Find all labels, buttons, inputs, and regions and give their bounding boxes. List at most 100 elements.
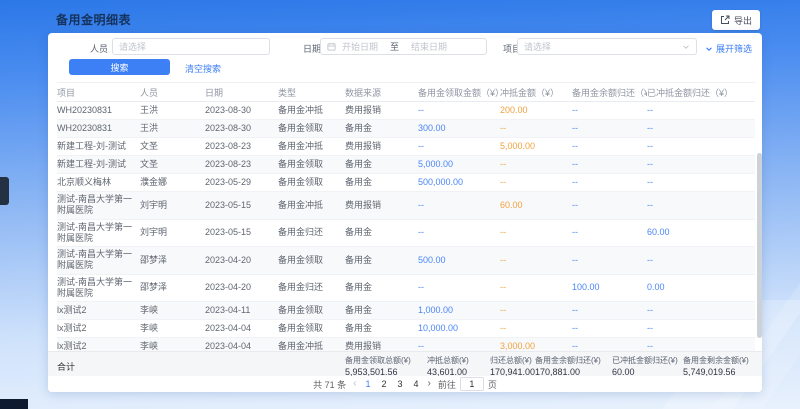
date-range-input[interactable]: 开始日期 至 结束日期 <box>320 38 487 55</box>
person-select-input[interactable] <box>112 38 270 55</box>
cell-person: 邵梦泽 <box>140 247 205 275</box>
cell-person: 濮金娜 <box>140 174 205 192</box>
summary-stat: 已冲抵金额归还(¥)60.00 <box>612 355 678 377</box>
export-button[interactable]: 导出 <box>712 10 760 30</box>
cell-type: 备用金冲抵 <box>278 192 345 220</box>
summary-stat: 冲抵总额(¥)43,601.00 <box>427 355 469 377</box>
person-filter-label: 人员 <box>90 42 108 55</box>
table-row[interactable]: WH20230831王洪2023-08-30备用金冲抵费用报销--200.00-… <box>57 102 755 120</box>
cell-balance-returned: 100.00 <box>572 274 647 302</box>
cell-type: 备用金领取 <box>278 247 345 275</box>
cell-person: 刘宇明 <box>140 192 205 220</box>
cell-offset-returned: -- <box>647 174 755 192</box>
expand-filters-link[interactable]: 展开筛选 <box>705 42 752 55</box>
cell-type: 备用金冲抵 <box>278 102 345 120</box>
cell-offset-amount: -- <box>500 120 572 138</box>
search-button[interactable]: 搜索 <box>69 59 170 75</box>
summary-stat-label: 冲抵总额(¥) <box>427 355 469 366</box>
clear-search-link[interactable]: 清空搜索 <box>185 62 221 75</box>
date-filter-label: 日期 <box>303 42 321 55</box>
cell-received-amount: 1,000.00 <box>418 302 500 320</box>
cell-offset-amount: -- <box>500 274 572 302</box>
prev-page-arrow[interactable]: ‹ <box>353 379 356 389</box>
cell-project: WH20230831 <box>57 102 140 120</box>
cell-balance-returned: -- <box>572 320 647 338</box>
cell-person: 刘宇明 <box>140 219 205 247</box>
cell-balance-returned: -- <box>572 302 647 320</box>
cell-received-amount: -- <box>418 274 500 302</box>
cell-offset-amount: -- <box>500 320 572 338</box>
page-number-2[interactable]: 2 <box>379 379 388 389</box>
page-number-4[interactable]: 4 <box>412 379 421 389</box>
cell-type: 备用金归还 <box>278 219 345 247</box>
table-row[interactable]: lx测试2李峡2023-04-04备用金领取备用金10,000.00------ <box>57 320 755 338</box>
cell-date: 2023-08-23 <box>205 156 278 174</box>
table-row[interactable]: 新建工程-刘-测试文圣2023-08-23备用金领取备用金5,000.00---… <box>57 156 755 174</box>
table-row[interactable]: lx测试2李峡2023-04-11备用金领取备用金1,000.00------ <box>57 302 755 320</box>
page-number-1[interactable]: 1 <box>363 379 372 389</box>
summary-stat: 归还总额(¥)170,941.00 <box>490 355 535 377</box>
cell-type: 备用金领取 <box>278 120 345 138</box>
project-placeholder: 请选择 <box>524 40 551 53</box>
cell-offset-returned: 60.00 <box>647 219 755 247</box>
cell-source: 备用金 <box>345 174 418 192</box>
cell-balance-returned: -- <box>572 338 647 352</box>
table-scrollbar[interactable] <box>757 153 762 338</box>
table-row[interactable]: 测试-南昌大学第一附属医院刘宇明2023-05-15备用金冲抵费用报销--60.… <box>57 192 755 220</box>
bottom-corner-bar <box>0 399 28 409</box>
table-row[interactable]: WH20230831王洪2023-08-30备用金领取备用金300.00----… <box>57 120 755 138</box>
summary-stat-label: 已冲抵金额归还(¥) <box>612 355 678 366</box>
cell-offset-amount: -- <box>500 302 572 320</box>
cell-project: 北京顺义梅林 <box>57 174 140 192</box>
cell-offset-returned: -- <box>647 320 755 338</box>
summary-stat: 备用金领取总额(¥)5,953,501.56 <box>345 355 411 377</box>
table-row[interactable]: 测试-南昌大学第一附属医院邵梦泽2023-04-20备用金归还备用金----10… <box>57 274 755 302</box>
cell-received-amount: 10,000.00 <box>418 320 500 338</box>
cell-project: 测试-南昌大学第一附属医院 <box>57 274 140 302</box>
chevron-down-icon <box>705 45 713 53</box>
cell-offset-amount: -- <box>500 219 572 247</box>
table-row[interactable]: 测试-南昌大学第一附属医院邵梦泽2023-04-20备用金领取备用金500.00… <box>57 247 755 275</box>
cell-source: 费用报销 <box>345 338 418 352</box>
cell-source: 备用金 <box>345 247 418 275</box>
export-label: 导出 <box>734 14 752 27</box>
cell-type: 备用金领取 <box>278 174 345 192</box>
app-screen: 备用金明细表 导出 人员 日期 开始日期 至 结束日期 项目 请选择 <box>0 0 800 409</box>
table-row[interactable]: 测试-南昌大学第一附属医院刘宇明2023-05-15备用金归还备用金------… <box>57 219 755 247</box>
cell-received-amount: -- <box>418 138 500 156</box>
column-header-offset-amount: 冲抵金额（¥） <box>500 83 572 102</box>
cell-date: 2023-08-23 <box>205 138 278 156</box>
date-start-placeholder[interactable]: 开始日期 <box>342 40 378 53</box>
cell-balance-returned: -- <box>572 120 647 138</box>
table-row[interactable]: 新建工程-刘-测试文圣2023-08-23备用金冲抵费用报销--5,000.00… <box>57 138 755 156</box>
column-header-received-amount: 备用金领取金额（¥） <box>418 83 500 102</box>
column-header-date: 日期 <box>205 83 278 102</box>
cell-received-amount: -- <box>418 338 500 352</box>
cell-offset-amount: -- <box>500 174 572 192</box>
project-select[interactable]: 请选择 <box>517 38 697 55</box>
column-header-source: 数据来源 <box>345 83 418 102</box>
table-row[interactable]: lx测试2李峡2023-04-04备用金冲抵费用报销--3,000.00---- <box>57 338 755 352</box>
cell-source: 备用金 <box>345 219 418 247</box>
cell-offset-returned: 0.00 <box>647 274 755 302</box>
collapsed-sidebar-handle[interactable] <box>0 177 9 205</box>
table-row[interactable]: 北京顺义梅林濮金娜2023-05-29备用金领取备用金500,000.00---… <box>57 174 755 192</box>
export-icon <box>720 15 730 25</box>
cell-source: 备用金 <box>345 302 418 320</box>
column-header-person: 人员 <box>140 83 205 102</box>
chevron-down-icon <box>682 43 690 51</box>
cell-source: 费用报销 <box>345 138 418 156</box>
page-number-3[interactable]: 3 <box>395 379 404 389</box>
date-end-placeholder[interactable]: 结束日期 <box>411 40 447 53</box>
cell-received-amount: 5,000.00 <box>418 156 500 174</box>
summary-stat-label: 备用金剩余金额(¥) <box>683 355 749 366</box>
next-page-arrow[interactable]: › <box>428 379 431 389</box>
cell-person: 李峡 <box>140 338 205 352</box>
cell-source: 费用报销 <box>345 192 418 220</box>
petty-cash-table: 项目人员日期类型数据来源备用金领取金额（¥）冲抵金额（¥）备用金余额归还（¥）已… <box>57 82 755 351</box>
pagination-bar: 共 71 条 ‹ 1234 › 前往 页 <box>48 376 762 392</box>
goto-page-input[interactable] <box>460 377 484 391</box>
cell-offset-returned: -- <box>647 138 755 156</box>
cell-balance-returned: -- <box>572 247 647 275</box>
date-separator: 至 <box>390 40 399 53</box>
